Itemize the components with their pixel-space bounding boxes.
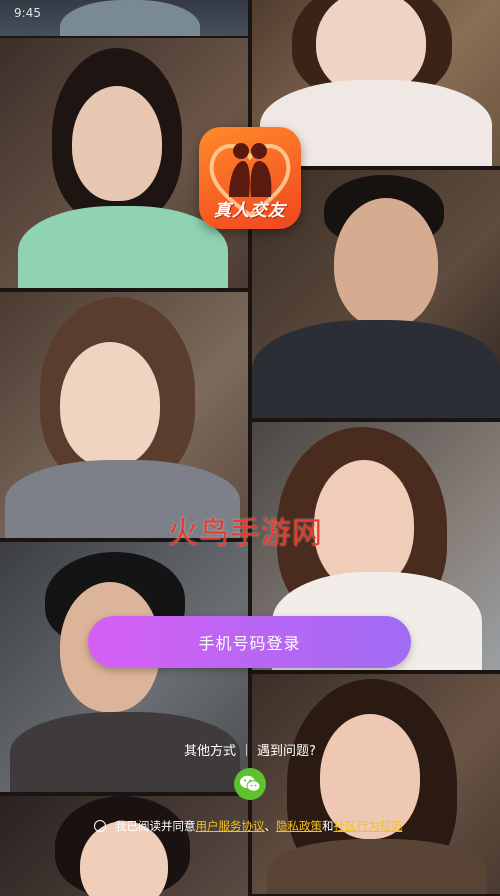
problem-link[interactable]: 遇到问题? bbox=[257, 740, 316, 759]
agreement-prefix: 我已阅读并同意 bbox=[115, 819, 196, 833]
agreement-checkbox[interactable] bbox=[94, 820, 106, 832]
community-rules-link[interactable]: 社区行为规范 bbox=[334, 818, 403, 834]
user-agreement-link[interactable]: 用户服务协议 bbox=[196, 818, 265, 834]
wechat-login-button[interactable] bbox=[234, 768, 266, 800]
status-bar-time: 9:45 bbox=[14, 6, 41, 20]
app-logo: 真人交友 bbox=[199, 127, 301, 229]
phone-login-button[interactable]: 手机号码登录 bbox=[88, 616, 411, 668]
agreement-separator: 、 bbox=[264, 819, 277, 833]
profile-photo bbox=[0, 796, 248, 896]
watermark-text: 火鸟手游网 bbox=[168, 516, 323, 551]
logo-text: 真人交友 bbox=[214, 201, 286, 221]
agreement-row: 我已阅读并同意 用户服务协议 、 隐私政策 和 社区行为规范 bbox=[94, 818, 403, 834]
alternate-options-row: 其他方式 遇到问题? bbox=[0, 740, 500, 759]
divider bbox=[246, 743, 248, 756]
privacy-policy-link[interactable]: 隐私政策 bbox=[276, 818, 322, 834]
agreement-and: 和 bbox=[322, 819, 334, 833]
profile-photo bbox=[252, 674, 500, 894]
profile-photo bbox=[0, 292, 248, 538]
other-methods-link[interactable]: 其他方式 bbox=[184, 740, 236, 759]
wechat-icon bbox=[240, 775, 261, 792]
